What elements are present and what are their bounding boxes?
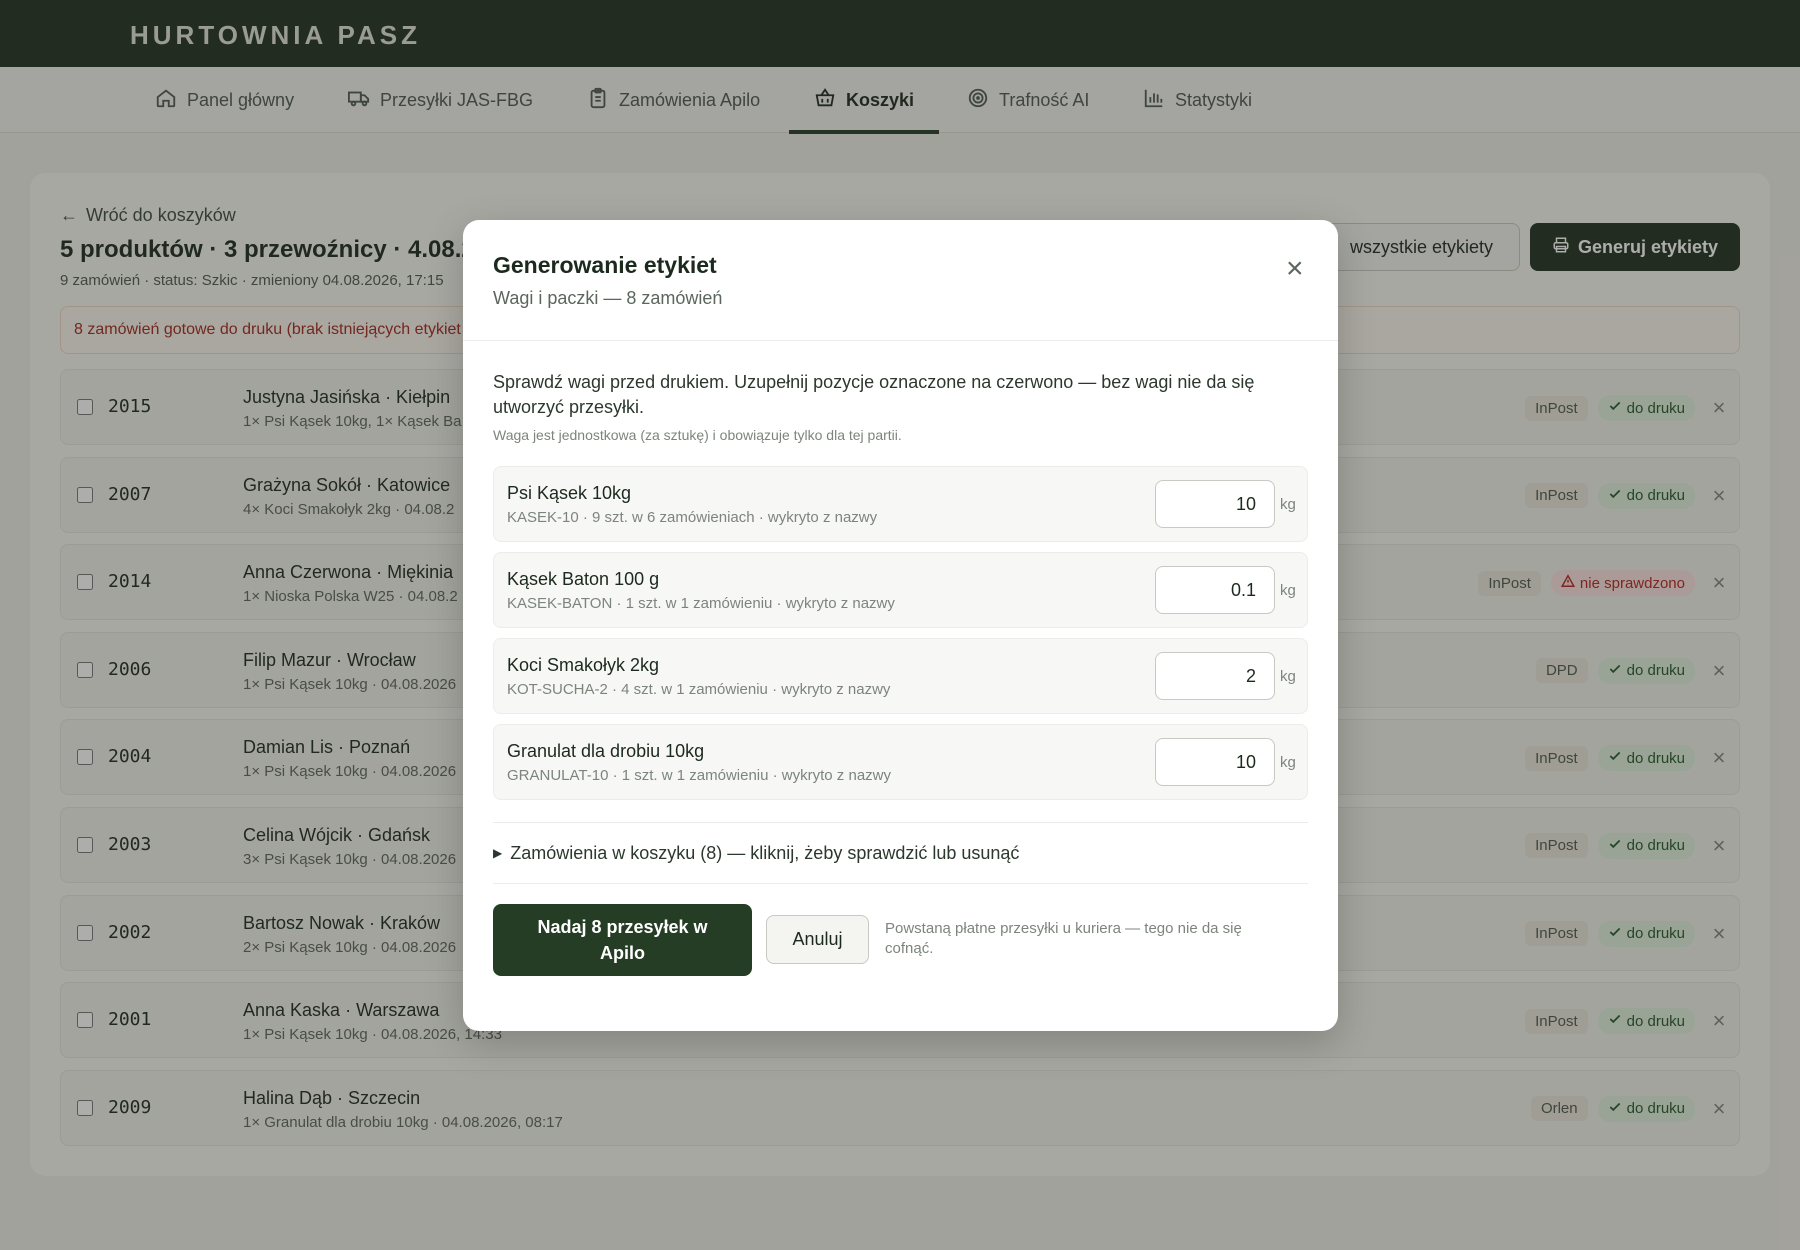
weight-input[interactable] [1155, 738, 1275, 786]
unit-label: kg [1280, 754, 1296, 771]
cancel-button[interactable]: Anuluj [766, 915, 869, 964]
modal-header: Generowanie etykiet Wagi i paczki — 8 za… [463, 220, 1338, 341]
submit-shipments-button[interactable]: Nadaj 8 przesyłek w Apilo [493, 904, 752, 976]
item-meta: KASEK-BATON · 1 szt. w 1 zamówieniu · wy… [507, 595, 895, 612]
weight-input[interactable] [1155, 566, 1275, 614]
item-meta: KOT-SUCHA-2 · 4 szt. w 1 zamówieniu · wy… [507, 681, 891, 698]
weight-input[interactable] [1155, 652, 1275, 700]
paid-shipments-warning: Powstaną płatne przesyłki u kuriera — te… [885, 920, 1242, 957]
item-name: Granulat dla drobiu 10kg [507, 741, 705, 761]
weight-items: Psi Kąsek 10kg KASEK-10 · 9 szt. w 6 zam… [493, 466, 1308, 810]
unit-label: kg [1280, 496, 1296, 513]
generate-labels-modal: Generowanie etykiet Wagi i paczki — 8 za… [463, 220, 1338, 1031]
item-name: Psi Kąsek 10kg [507, 483, 632, 503]
weight-item: Koci Smakołyk 2kg KOT-SUCHA-2 · 4 szt. w… [493, 638, 1308, 714]
modal-intro: Sprawdź wagi przed drukiem. Uzupełnij po… [493, 372, 1255, 417]
unit-label: kg [1280, 582, 1296, 599]
modal-subtitle: Wagi i paczki — 8 zamówień [493, 288, 723, 308]
weight-item: Granulat dla drobiu 10kg GRANULAT-10 · 1… [493, 724, 1308, 800]
weight-item: Kąsek Baton 100 g KASEK-BATON · 1 szt. w… [493, 552, 1308, 628]
orders-in-basket-toggle[interactable]: ▶ Zamówienia w koszyku (8) — kliknij, że… [493, 822, 1308, 884]
item-meta: KASEK-10 · 9 szt. w 6 zamówieniach · wyk… [507, 509, 878, 526]
item-name: Koci Smakołyk 2kg [507, 655, 660, 675]
item-name: Kąsek Baton 100 g [507, 569, 660, 589]
close-icon[interactable]: × [1286, 254, 1304, 284]
item-meta: GRANULAT-10 · 1 szt. w 1 zamówieniu · wy… [507, 767, 891, 784]
unit-label: kg [1280, 668, 1296, 685]
weight-item: Psi Kąsek 10kg KASEK-10 · 9 szt. w 6 zam… [493, 466, 1308, 542]
modal-title: Generowanie etykiet [493, 252, 717, 278]
weight-note: Waga jest jednostkowa (za sztukę) i obow… [493, 427, 902, 443]
weight-input[interactable] [1155, 480, 1275, 528]
triangle-right-icon: ▶ [493, 846, 503, 860]
